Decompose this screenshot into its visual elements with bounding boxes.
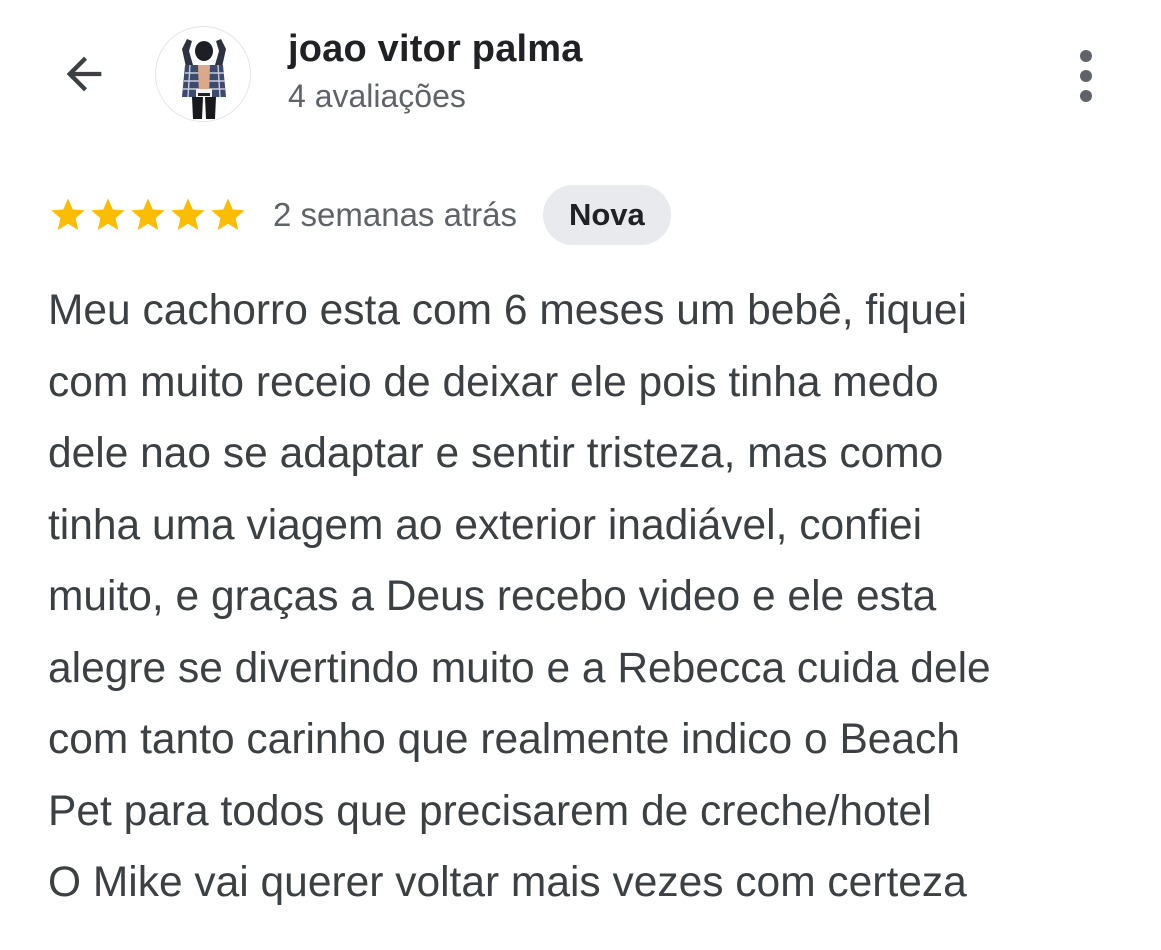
profile-photo — [156, 27, 250, 121]
review-date: 2 semanas atrás — [273, 196, 517, 233]
more-vert-icon-dot — [1080, 50, 1092, 62]
more-vert-icon-dot — [1080, 70, 1092, 82]
review-text-line: alegre se divertindo muito e a Rebecca c… — [48, 644, 991, 692]
more-options-button[interactable] — [1056, 40, 1116, 112]
review-text-line: dele nao se adaptar e sentir tristeza, m… — [48, 430, 944, 477]
new-badge: Nova — [542, 185, 671, 245]
star-icon — [131, 198, 165, 230]
review-text-line: muito, e graças a Deus recebo video e el… — [48, 573, 937, 620]
reviewer-name[interactable]: joao vitor palma — [288, 28, 583, 71]
star-icon — [91, 198, 125, 230]
review-text-line: tinha uma viagem ao exterior inadiável, … — [48, 501, 923, 549]
avatar[interactable] — [155, 26, 251, 122]
review-text-line: Meu cachorro esta com 6 meses um bebê, f… — [48, 287, 967, 334]
review-text-line: com muito receio de deixar ele pois tinh… — [48, 358, 939, 406]
review-text-line: O Mike vai querer voltar mais vezes com … — [48, 859, 967, 906]
review-count: 4 avaliações — [288, 78, 466, 114]
star-icon — [51, 198, 85, 230]
star-rating — [48, 195, 248, 235]
star-icon — [211, 198, 245, 230]
review-text-line: com tanto carinho que realmente indico o… — [48, 716, 960, 763]
more-vert-icon-dot — [1080, 90, 1092, 102]
back-button[interactable] — [52, 42, 116, 106]
star-icon — [171, 198, 205, 230]
review-body: Meu cachorro esta com 6 meses um bebê, f… — [48, 275, 1148, 919]
review-meta: 2 semanas atrás Nova — [48, 184, 671, 246]
arrow-back-icon — [66, 56, 102, 92]
review-header: joao vitor palma 4 avaliações — [0, 0, 1161, 150]
review-text-line: Pet para todos que precisarem de creche/… — [48, 787, 932, 835]
